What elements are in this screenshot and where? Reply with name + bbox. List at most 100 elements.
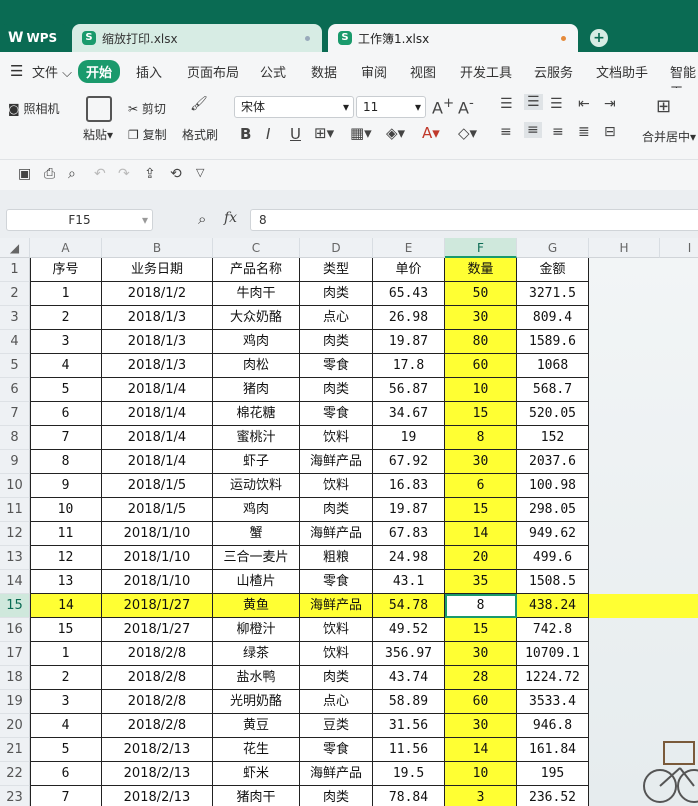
table-cell[interactable]: 34.67 <box>373 402 445 426</box>
table-cell[interactable]: 43.1 <box>373 570 445 594</box>
share-icon[interactable]: ⇪ <box>144 166 156 182</box>
spreadsheet-grid[interactable]: ◢ ABCDEFGHI 1 序号 业务日期 产品名称 类型 单价 数量 金额 2 1 2018/1/… <box>0 238 698 806</box>
table-cell[interactable]: 80 <box>445 330 517 354</box>
distributed-icon[interactable]: ⊟ <box>604 124 616 140</box>
table-cell[interactable]: 67.83 <box>373 522 445 546</box>
row-header[interactable]: 21 <box>0 738 30 762</box>
table-cell[interactable]: 黄鱼 <box>213 594 300 618</box>
select-all-corner[interactable]: ◢ <box>0 238 30 258</box>
column-title-cell[interactable]: 类型 <box>300 258 373 282</box>
table-cell[interactable]: 30 <box>445 714 517 738</box>
hamburger-icon[interactable]: ☰ <box>10 62 23 80</box>
table-cell[interactable]: 2018/1/4 <box>102 450 213 474</box>
align-bottom-icon[interactable]: ☰ <box>550 96 563 112</box>
table-cell[interactable]: 零食 <box>300 738 373 762</box>
table-cell[interactable]: 2018/1/5 <box>102 474 213 498</box>
bold-icon[interactable]: B <box>240 125 251 143</box>
row-header[interactable]: 8 <box>0 426 30 450</box>
table-cell[interactable]: 饮料 <box>300 642 373 666</box>
table-cell[interactable]: 10 <box>445 762 517 786</box>
table-cell[interactable]: 24.98 <box>373 546 445 570</box>
table-cell[interactable]: 499.6 <box>517 546 589 570</box>
table-cell[interactable]: 742.8 <box>517 618 589 642</box>
table-cell[interactable]: 2018/2/8 <box>102 642 213 666</box>
table-cell[interactable]: 28 <box>445 666 517 690</box>
table-cell[interactable]: 黄豆 <box>213 714 300 738</box>
table-cell[interactable]: 60 <box>445 690 517 714</box>
table-cell[interactable]: 809.4 <box>517 306 589 330</box>
menu-cloud[interactable]: 云服务 <box>534 62 573 81</box>
cell-style-icon[interactable]: ▦▾ <box>350 124 372 142</box>
row-header[interactable]: 19 <box>0 690 30 714</box>
table-cell[interactable]: 17.8 <box>373 354 445 378</box>
table-cell[interactable]: 2018/1/10 <box>102 570 213 594</box>
column-header-A[interactable]: A <box>30 238 102 258</box>
font-family-select[interactable]: 宋体 ▾ <box>234 96 354 118</box>
copy-button[interactable]: ❐ 复制 <box>128 126 167 143</box>
row-header[interactable]: 11 <box>0 498 30 522</box>
menu-review[interactable]: 审阅 <box>361 62 387 81</box>
table-cell[interactable]: 海鲜产品 <box>300 522 373 546</box>
table-cell[interactable]: 60 <box>445 354 517 378</box>
row-header[interactable]: 17 <box>0 642 30 666</box>
table-cell[interactable]: 65.43 <box>373 282 445 306</box>
table-cell[interactable]: 7 <box>30 786 102 806</box>
table-cell[interactable]: 2018/1/27 <box>102 594 213 618</box>
table-cell[interactable]: 三合一麦片 <box>213 546 300 570</box>
table-cell[interactable]: 虾米 <box>213 762 300 786</box>
table-cell[interactable]: 花生 <box>213 738 300 762</box>
row-header[interactable]: 18 <box>0 666 30 690</box>
table-cell[interactable]: 2018/1/4 <box>102 426 213 450</box>
table-cell[interactable]: 1508.5 <box>517 570 589 594</box>
menu-file[interactable]: 文件 ⌵ <box>32 62 72 81</box>
table-cell[interactable]: 8 <box>30 450 102 474</box>
table-cell[interactable]: 肉松 <box>213 354 300 378</box>
table-cell[interactable]: 30 <box>445 450 517 474</box>
row-header[interactable]: 5 <box>0 354 30 378</box>
formula-input[interactable]: 8 <box>250 209 698 231</box>
table-cell[interactable]: 67.92 <box>373 450 445 474</box>
table-cell[interactable]: 54.78 <box>373 594 445 618</box>
table-cell[interactable]: 肉类 <box>300 378 373 402</box>
table-cell[interactable]: 58.89 <box>373 690 445 714</box>
table-cell[interactable]: 19 <box>373 426 445 450</box>
redo-icon[interactable]: ↷ <box>118 166 130 182</box>
table-cell[interactable]: 16.83 <box>373 474 445 498</box>
table-cell[interactable]: 14 <box>30 594 102 618</box>
table-cell[interactable]: 猪肉干 <box>213 786 300 806</box>
menu-doc[interactable]: 文档助手 <box>596 62 648 81</box>
justify-icon[interactable]: ≣ <box>578 124 590 140</box>
table-cell[interactable]: 猪肉 <box>213 378 300 402</box>
table-cell[interactable]: 饮料 <box>300 618 373 642</box>
merge-icon[interactable]: ⊞ <box>656 96 671 117</box>
table-cell[interactable]: 9 <box>30 474 102 498</box>
table-cell[interactable]: 161.84 <box>517 738 589 762</box>
column-header-G[interactable]: G <box>517 238 589 258</box>
table-cell[interactable]: 236.52 <box>517 786 589 806</box>
print-icon[interactable]: ⎙ <box>44 166 55 182</box>
column-header-C[interactable]: C <box>213 238 300 258</box>
table-cell[interactable]: 粗粮 <box>300 546 373 570</box>
row-header[interactable]: 20 <box>0 714 30 738</box>
customize-icon[interactable]: ▽ <box>196 166 204 179</box>
row-header[interactable]: 2 <box>0 282 30 306</box>
table-cell[interactable]: 山楂片 <box>213 570 300 594</box>
table-cell[interactable]: 31.56 <box>373 714 445 738</box>
table-cell[interactable]: 肉类 <box>300 282 373 306</box>
table-cell[interactable]: 15 <box>30 618 102 642</box>
wps-home-tab[interactable]: W WPS <box>0 24 68 52</box>
row-header[interactable]: 14 <box>0 570 30 594</box>
indent-increase-icon[interactable]: ⇥ <box>604 96 616 112</box>
table-cell[interactable]: 海鲜产品 <box>300 450 373 474</box>
table-cell[interactable]: 520.05 <box>517 402 589 426</box>
table-cell[interactable]: 30 <box>445 642 517 666</box>
table-cell[interactable]: 1 <box>30 282 102 306</box>
table-cell[interactable]: 蜜桃汁 <box>213 426 300 450</box>
font-color-icon[interactable]: A▾ <box>422 124 440 142</box>
row-header[interactable]: 1 <box>0 258 30 282</box>
table-cell[interactable]: 12 <box>30 546 102 570</box>
row-header[interactable]: 7 <box>0 402 30 426</box>
table-cell[interactable]: 1224.72 <box>517 666 589 690</box>
table-cell[interactable]: 7 <box>30 426 102 450</box>
table-cell[interactable]: 15 <box>445 618 517 642</box>
